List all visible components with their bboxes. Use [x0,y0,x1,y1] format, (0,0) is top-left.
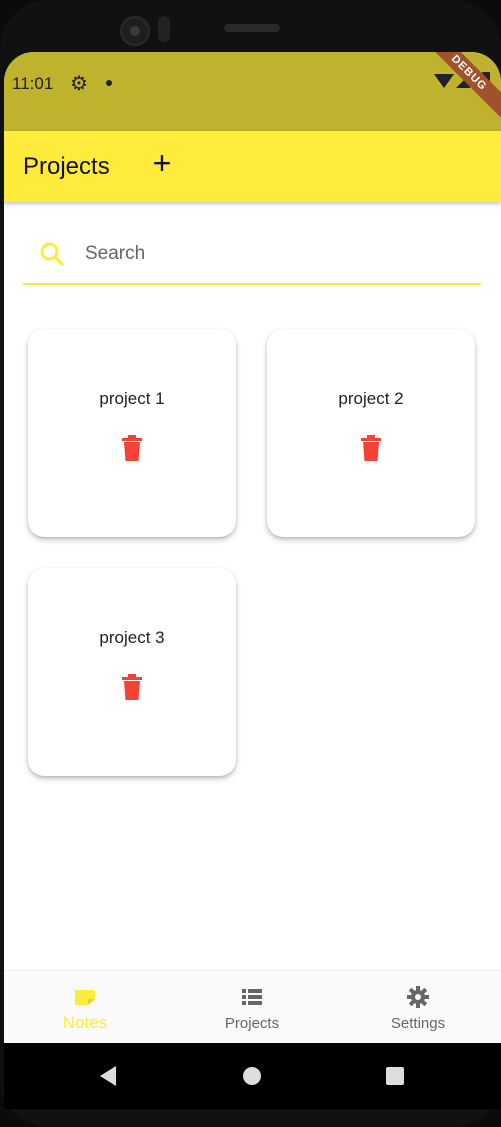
system-navigation-bar [4,1043,501,1109]
trash-icon[interactable] [122,674,142,700]
add-project-button[interactable]: + [144,145,180,181]
gear-icon [407,986,429,1008]
nav-label-projects: Projects [224,1015,280,1032]
app-screen: 11:01 ⚙ DEBUG Projects + project 1 [4,52,501,1109]
project-name: project 3 [99,628,165,647]
nav-item-settings[interactable]: Settings [358,971,478,1044]
search-input[interactable] [83,235,467,273]
device-frame: 11:01 ⚙ DEBUG Projects + project 1 [0,0,501,1127]
page-title: Projects [23,153,110,180]
nav-label-settings: Settings [390,1015,446,1032]
earpiece-speaker [224,24,280,32]
proximity-sensor [158,16,170,42]
status-gear-icon: ⚙ [70,73,88,95]
search-field[interactable] [23,227,481,285]
status-bar: 11:01 ⚙ DEBUG [4,52,501,131]
back-icon[interactable] [100,1066,116,1086]
project-card[interactable]: project 2 [267,329,475,537]
trash-icon[interactable] [122,435,142,461]
app-bar: Projects + [4,131,501,202]
recent-apps-icon[interactable] [386,1067,404,1085]
nav-item-projects[interactable]: Projects [192,971,312,1044]
project-card[interactable]: project 1 [28,329,236,537]
project-card[interactable]: project 3 [28,568,236,776]
bottom-navigation: Notes Projects Settings [4,970,501,1044]
project-name: project 2 [338,389,404,408]
trash-icon[interactable] [361,435,381,461]
nav-item-notes[interactable]: Notes [25,971,145,1044]
front-camera [120,16,150,46]
wifi-icon [434,74,454,88]
list-icon [242,989,262,1005]
status-time: 11:01 [12,74,54,93]
note-icon [75,990,95,1005]
nav-label-notes: Notes [62,1013,108,1032]
project-name: project 1 [99,389,165,408]
search-icon [40,242,64,266]
notification-dot-icon [106,80,112,86]
home-icon[interactable] [243,1067,261,1085]
